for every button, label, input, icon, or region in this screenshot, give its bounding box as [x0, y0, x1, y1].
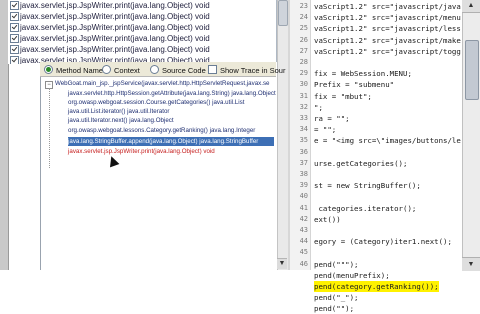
vertical-scrollbar[interactable]	[277, 0, 288, 270]
code-line[interactable]: vaScript1.2" src="javascript/make	[314, 35, 461, 46]
tree-item[interactable]: javax.servlet.jsp.JspWriter.print(java.l…	[68, 147, 215, 156]
line-number: 34	[299, 125, 308, 133]
line-number: 46	[299, 260, 308, 268]
tree-item[interactable]: java.util.Iterator.next() java.lang.Obje…	[68, 116, 174, 125]
line-number: 23	[299, 2, 308, 10]
line-number: 39	[299, 181, 308, 189]
line-number: 36	[299, 148, 308, 156]
tree-item[interactable]: org.owasp.webgoat.lessons.Category.getRa…	[68, 126, 255, 135]
checkbox[interactable]	[10, 1, 19, 10]
code-line[interactable]: ra = "";	[314, 113, 350, 124]
tree-connector	[49, 88, 50, 168]
method-name-radio[interactable]: Method Name	[44, 65, 103, 75]
display-options-bar: Method Name Context Source Code Show Tra…	[40, 62, 285, 77]
code-line[interactable]: pend("_");	[314, 292, 359, 303]
line-number: 27	[299, 47, 308, 55]
checkbox[interactable]	[10, 12, 19, 21]
line-number: 25	[299, 24, 308, 32]
source-code-radio[interactable]: Source Code	[150, 65, 206, 75]
line-number: 32	[299, 103, 308, 111]
code-line[interactable]: vaScript1.2" src="javascript/less	[314, 23, 461, 34]
checkbox[interactable]	[10, 56, 19, 64]
code-line[interactable]: vaScript1.2" src="javascript/togg	[314, 46, 461, 57]
code-line[interactable]: egory = (Category)iter1.next();	[314, 236, 452, 247]
scroll-up-arrow-icon[interactable]: ▲	[462, 0, 480, 13]
checkbox-icon	[208, 65, 217, 74]
line-number: 28	[299, 58, 308, 66]
code-line[interactable]: ext())	[314, 214, 341, 225]
scroll-down-arrow-icon[interactable]: ▼	[277, 258, 287, 269]
line-number: 33	[299, 114, 308, 122]
list-item[interactable]: javax.servlet.jsp.JspWriter.print(java.l…	[8, 44, 276, 55]
code-line[interactable]: fix = WebSession.MENU;	[314, 68, 412, 79]
line-number: 30	[299, 80, 308, 88]
line-number: 37	[299, 159, 308, 167]
list-item[interactable]: javax.servlet.jsp.JspWriter.print(java.l…	[8, 0, 276, 11]
code-line[interactable]: pend("");	[314, 303, 354, 314]
radio-icon	[150, 65, 159, 74]
line-number: 24	[299, 13, 308, 21]
trace-list[interactable]: javax.servlet.jsp.JspWriter.print(java.l…	[8, 0, 277, 64]
checkbox[interactable]	[10, 34, 19, 43]
radio-icon	[102, 65, 111, 74]
code-line[interactable]: pend(menuPrefix);	[314, 270, 390, 281]
tree-item-selected[interactable]: java.lang.StringBuffer.append(java.lang.…	[68, 137, 274, 146]
line-number: 43	[299, 226, 308, 234]
scrollbar-thumb[interactable]	[465, 40, 479, 100]
line-number: 35	[299, 136, 308, 144]
line-number: 42	[299, 215, 308, 223]
code-line[interactable]: Prefix = "submenu"	[314, 79, 394, 90]
code-line[interactable]: st = new StringBuffer();	[314, 180, 421, 191]
line-number: 44	[299, 237, 308, 245]
scroll-down-arrow-icon[interactable]: ▼	[462, 257, 480, 271]
code-line[interactable]: vaScript1.2" src="javascript/java	[314, 1, 461, 12]
line-number: 38	[299, 170, 308, 178]
line-number: 45	[299, 248, 308, 256]
checkbox[interactable]	[10, 45, 19, 54]
line-number: 31	[299, 92, 308, 100]
code-line[interactable]: fix = "mbut";	[314, 91, 372, 102]
line-number: 40	[299, 192, 308, 200]
line-number: 41	[299, 204, 308, 212]
line-number: 26	[299, 36, 308, 44]
code-line[interactable]: vaScript1.2" src="javascript/menu	[314, 12, 461, 23]
line-number: 29	[299, 69, 308, 77]
code-line[interactable]: e = "<img src=\"images/buttons/le	[314, 135, 461, 146]
code-line[interactable]: ";	[314, 102, 323, 113]
list-item[interactable]: javax.servlet.jsp.JspWriter.print(java.l…	[8, 11, 276, 22]
tree-item[interactable]: org.owasp.webgoat.session.Course.getCate…	[68, 98, 244, 107]
scrollbar-thumb[interactable]	[278, 0, 288, 26]
code-line[interactable]: categories.iterator();	[314, 203, 416, 214]
tree-root[interactable]: WebGoat.main_jsp._jspService(javax.servl…	[55, 79, 275, 88]
code-line[interactable]: pend(""");	[314, 259, 359, 270]
context-radio[interactable]: Context	[102, 65, 140, 75]
show-trace-checkbox[interactable]: Show Trace in Sour	[208, 65, 285, 75]
list-item[interactable]: javax.servlet.jsp.JspWriter.print(java.l…	[8, 33, 276, 44]
checkbox[interactable]	[10, 23, 19, 32]
radio-selected-icon	[44, 65, 53, 74]
code-line-highlighted[interactable]: pend(category.getRanking());	[314, 281, 439, 292]
code-line[interactable]: urse.getCategories();	[314, 158, 407, 169]
list-item[interactable]: javax.servlet.jsp.JspWriter.print(java.l…	[8, 22, 276, 33]
code-line[interactable]: = "";	[314, 124, 336, 135]
tree-item[interactable]: java.util.List.iterator() java.util.Iter…	[68, 107, 169, 116]
tree-item[interactable]: javax.servlet.http.HttpSession.getAttrib…	[68, 89, 276, 98]
